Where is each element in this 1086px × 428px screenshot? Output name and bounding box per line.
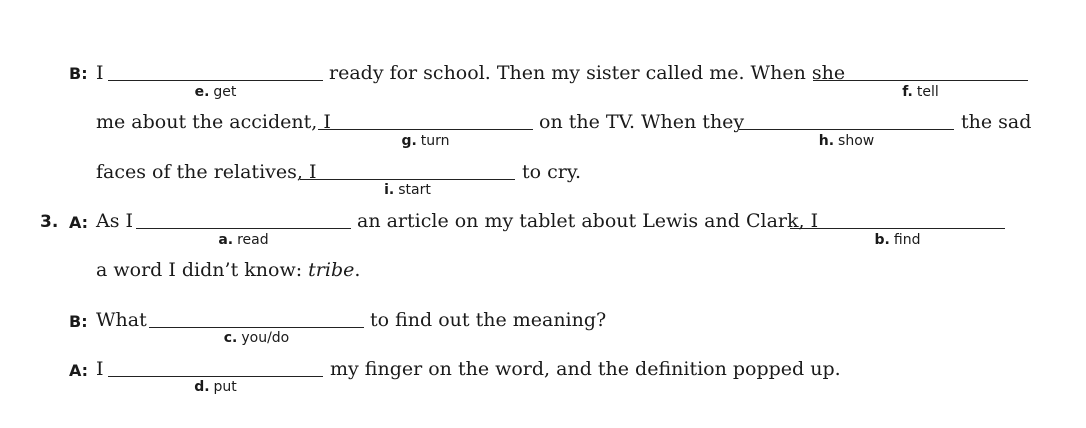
sentence-text: to find out the meaning? [370,309,607,331]
answer-blank-b[interactable] [790,228,1005,229]
hint-g: g. turn [401,133,450,149]
speaker-b-label: B: [69,64,88,83]
sentence-text: me about the accident, I [96,111,331,133]
hint-h: h. show [818,133,875,149]
sentence-text: As I [96,210,134,232]
answer-blank-g[interactable] [318,129,533,130]
answer-blank-c[interactable] [149,327,364,328]
sentence-text: What [96,309,147,331]
answer-blank-h[interactable] [739,129,954,130]
answer-blank-e[interactable] [108,80,323,81]
hint-a: a. read [218,232,269,248]
italic-word: tribe [308,259,355,281]
sentence-text: to cry. [522,161,582,183]
answer-blank-f[interactable] [813,80,1028,81]
sentence-text: on the TV. When they [539,111,745,133]
sentence-text: my finger on the word, and the definitio… [330,358,841,380]
hint-i: i. start [384,182,431,198]
speaker-a-label: A: [69,361,89,380]
answer-blank-a[interactable] [136,228,351,229]
sentence-text: faces of the relatives, I [96,161,317,183]
hint-d: d. put [194,379,237,395]
answer-blank-i[interactable] [300,179,515,180]
sentence-text: a word I didn’t know: tribe. [96,259,361,281]
sentence-text: the sad [961,111,1032,133]
item-number: 3. [40,212,59,232]
sentence-text: I [96,358,104,380]
sentence-text: I [96,62,104,84]
hint-b: b. find [874,232,921,248]
hint-c: c. you/do [223,330,290,346]
hint-f: f. tell [902,84,939,100]
sentence-text: an article on my tablet about Lewis and … [357,210,819,232]
speaker-b-label: B: [69,312,88,331]
answer-blank-d[interactable] [108,376,323,377]
sentence-text: ready for school. Then my sister called … [329,62,846,84]
speaker-a-label: A: [69,213,89,232]
hint-e: e. get [194,84,237,100]
